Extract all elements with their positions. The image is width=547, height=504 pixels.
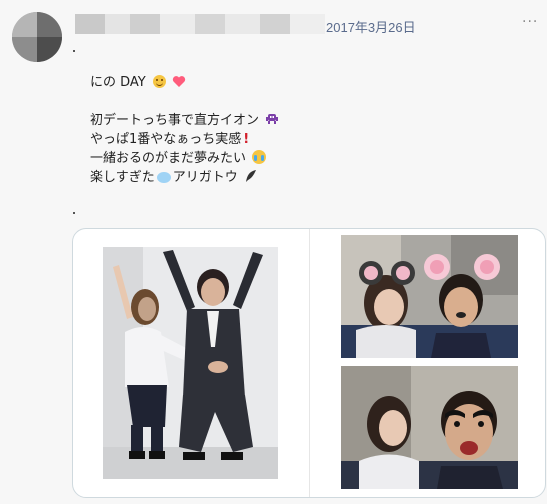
username-blurred[interactable] — [75, 14, 325, 34]
body-line-4: 一緒おるのがまだ夢みたい — [90, 149, 279, 168]
crying-laughing-icon — [252, 150, 267, 164]
divider-dot — [73, 50, 75, 52]
photo-selfie-mouse-filter[interactable] — [341, 235, 518, 358]
speech-bubble-icon — [156, 172, 171, 183]
body-line-3: やっぱ1番やなぁっち実感! — [90, 130, 279, 149]
media-card[interactable] — [72, 228, 546, 498]
alien-monster-icon — [265, 112, 279, 126]
avatar[interactable] — [12, 12, 62, 62]
divider-dot — [73, 212, 75, 214]
post-body: にの DAY 初デートっち事で直方イオン やっぱ1番やなぁっち実感! 一緒おるの… — [90, 73, 279, 187]
body-line-1: にの DAY — [90, 73, 279, 92]
body-line-5-text-b: アリガトウ — [172, 170, 238, 185]
photo-selfie-eyebrow-filter[interactable] — [341, 366, 518, 489]
heart-icon — [172, 75, 186, 88]
feather-icon — [244, 169, 258, 183]
body-line-4-text: 一緒おるのがまだ夢みたい — [90, 151, 247, 166]
body-line-5: 楽しすぎた アリガトウ — [90, 168, 279, 187]
body-line-2-text: 初デートっち事で直方イオン — [90, 113, 260, 128]
more-options-icon[interactable]: ··· — [522, 14, 538, 30]
post-date[interactable]: 2017年3月26日 — [326, 17, 416, 36]
body-line-3-text: やっぱ1番やなぁっち実感 — [90, 132, 242, 147]
exclamation-icon: ! — [243, 132, 250, 147]
body-line-2: 初デートっち事で直方イオン — [90, 111, 279, 130]
body-line-1-text: にの DAY — [90, 75, 146, 90]
media-divider — [309, 229, 310, 497]
body-line-5-text-a: 楽しすぎた — [90, 170, 155, 185]
photo-couple-posing[interactable] — [103, 247, 278, 479]
smiling-face-icon — [152, 75, 166, 88]
